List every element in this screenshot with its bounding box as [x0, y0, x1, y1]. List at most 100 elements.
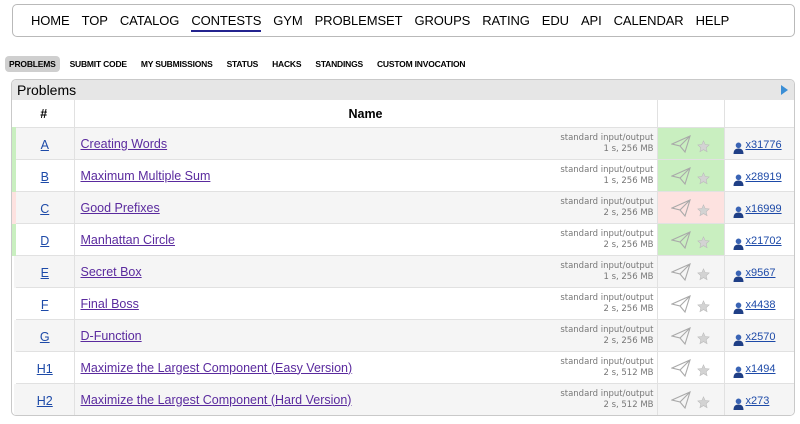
table-row: H2 standard input/output 2 s, 512 MB Maximi… [14, 383, 794, 415]
tab-status[interactable]: STATUS [223, 56, 263, 72]
problem-actions-cell [656, 319, 724, 352]
solved-count-link[interactable]: x273 [746, 395, 770, 407]
problem-limits: standard input/output 1 s, 256 MB [560, 133, 656, 155]
solved-count-link[interactable]: x16999 [746, 203, 782, 215]
top-menu-item-help[interactable]: HELP [696, 13, 730, 28]
problem-limits: standard input/output 2 s, 512 MB [560, 357, 656, 379]
problem-name-link[interactable]: Manhattan Circle [81, 233, 176, 247]
problem-index-link[interactable]: H2 [37, 394, 53, 408]
paper-plane-icon[interactable] [670, 199, 691, 218]
problems-panel: Problems # Name Astandard input/output 1 … [11, 79, 795, 416]
paper-plane-icon[interactable] [670, 295, 691, 314]
play-icon[interactable] [781, 85, 788, 95]
top-menu-item-catalog[interactable]: CATALOG [120, 13, 180, 28]
table-row: Dstandard input/output 2 s, 256 MB Manhatt… [12, 223, 794, 256]
problem-name-link[interactable]: Good Prefixes [81, 201, 160, 215]
star-icon[interactable] [697, 202, 710, 216]
paper-plane-icon[interactable] [670, 135, 691, 154]
top-menu-item-edu[interactable]: EDU [542, 13, 569, 28]
paper-plane-icon[interactable] [670, 327, 691, 346]
solved-count-link[interactable]: x4438 [746, 299, 776, 311]
problem-name-link[interactable]: D-Function [81, 329, 142, 343]
user-icon [733, 363, 744, 378]
problem-actions-cell [656, 223, 724, 256]
top-menu-item-gym[interactable]: GYM [273, 13, 302, 28]
problem-actions-cell [656, 383, 724, 415]
problem-name-link[interactable]: Maximum Multiple Sum [81, 169, 211, 183]
io-type: standard input/output [560, 324, 654, 335]
star-icon[interactable] [697, 298, 710, 312]
top-menu-item-api[interactable]: API [581, 13, 602, 28]
star-icon[interactable] [697, 170, 710, 184]
star-icon[interactable] [697, 330, 710, 344]
tab-problems[interactable]: PROBLEMS [5, 56, 60, 72]
tab-hacks[interactable]: HACKS [268, 56, 305, 72]
io-type: standard input/output [560, 164, 654, 175]
tab-custom-invocation[interactable]: CUSTOM INVOCATION [373, 56, 469, 72]
solved-count-link[interactable]: x28919 [746, 171, 782, 183]
time-memory-limit: 2 s, 512 MB [603, 399, 654, 410]
solved-count-link[interactable]: x1494 [746, 363, 776, 375]
problem-name-link[interactable]: Final Boss [81, 297, 139, 311]
paper-plane-icon[interactable] [670, 167, 691, 186]
tab-submit-code[interactable]: SUBMIT CODE [66, 56, 131, 72]
paper-plane-icon[interactable] [670, 263, 691, 282]
problem-index-link[interactable]: E [41, 266, 49, 280]
problem-index-link[interactable]: A [41, 138, 49, 152]
user-icon [733, 299, 744, 314]
top-menu-item-contests[interactable]: CONTESTS [191, 13, 261, 32]
paper-plane-icon[interactable] [670, 391, 691, 410]
time-memory-limit: 1 s, 256 MB [603, 143, 654, 154]
problem-limits: standard input/output 2 s, 512 MB [560, 389, 656, 411]
problem-name-link[interactable]: Creating Words [81, 137, 168, 151]
top-menu-item-rating[interactable]: RATING [482, 13, 530, 28]
top-menu-item-top[interactable]: TOP [82, 13, 108, 28]
problem-actions-cell [656, 191, 724, 224]
star-icon[interactable] [697, 394, 710, 408]
problem-name-link[interactable]: Secret Box [81, 265, 142, 279]
problem-name-link[interactable]: Maximize the Largest Component (Hard Ver… [81, 393, 352, 407]
problem-index-link[interactable]: D [40, 234, 49, 248]
time-memory-limit: 2 s, 256 MB [603, 207, 654, 218]
top-menu-item-groups[interactable]: GROUPS [414, 13, 470, 28]
table-row: Fstandard input/output 2 s, 256 MB Final B… [14, 287, 794, 320]
table-row: Cstandard input/output 2 s, 256 MB Good Pr… [12, 191, 794, 224]
problem-name-link[interactable]: Maximize the Largest Component (Easy Ver… [81, 361, 353, 375]
solved-count-link[interactable]: x2570 [746, 331, 776, 343]
problem-index-link[interactable]: G [40, 330, 50, 344]
star-icon[interactable] [697, 138, 710, 152]
col-flag-header [656, 100, 724, 128]
problem-name-cell: standard input/output 1 s, 256 MB Maximum … [73, 159, 657, 192]
solved-count-cell: x1494 [723, 351, 794, 384]
solved-count-cell: x273 [723, 383, 794, 415]
star-icon[interactable] [697, 362, 710, 376]
problem-index-link[interactable]: C [40, 202, 49, 216]
problem-limits: standard input/output 2 s, 256 MB [560, 293, 656, 315]
solved-count-link[interactable]: x21702 [746, 235, 782, 247]
solved-count-cell: x21702 [723, 223, 794, 256]
paper-plane-icon[interactable] [670, 359, 691, 378]
user-icon [733, 235, 744, 250]
user-icon [733, 203, 744, 218]
problem-index-cell: G [14, 319, 74, 352]
problem-index-cell: F [14, 287, 74, 320]
problem-name-cell: standard input/output 2 s, 256 MB Manhatta… [73, 223, 657, 256]
io-type: standard input/output [560, 356, 654, 367]
tab-my-submissions[interactable]: MY SUBMISSIONS [137, 56, 217, 72]
time-memory-limit: 1 s, 256 MB [603, 175, 654, 186]
tab-standings[interactable]: STANDINGS [311, 56, 367, 72]
problem-actions-cell [656, 287, 724, 320]
star-icon[interactable] [697, 234, 710, 248]
problem-name-cell: standard input/output 1 s, 256 MB Creating… [73, 127, 657, 160]
top-menu-item-home[interactable]: HOME [31, 13, 70, 28]
problem-index-link[interactable]: F [41, 298, 49, 312]
time-memory-limit: 2 s, 256 MB [603, 303, 654, 314]
problem-index-link[interactable]: H1 [37, 362, 53, 376]
problem-index-link[interactable]: B [41, 170, 49, 184]
top-menu-item-problemset[interactable]: PROBLEMSET [315, 13, 403, 28]
top-menu-item-calendar[interactable]: CALENDAR [614, 13, 684, 28]
solved-count-link[interactable]: x9567 [746, 267, 776, 279]
solved-count-link[interactable]: x31776 [746, 139, 782, 151]
paper-plane-icon[interactable] [670, 231, 691, 250]
star-icon[interactable] [697, 266, 710, 280]
